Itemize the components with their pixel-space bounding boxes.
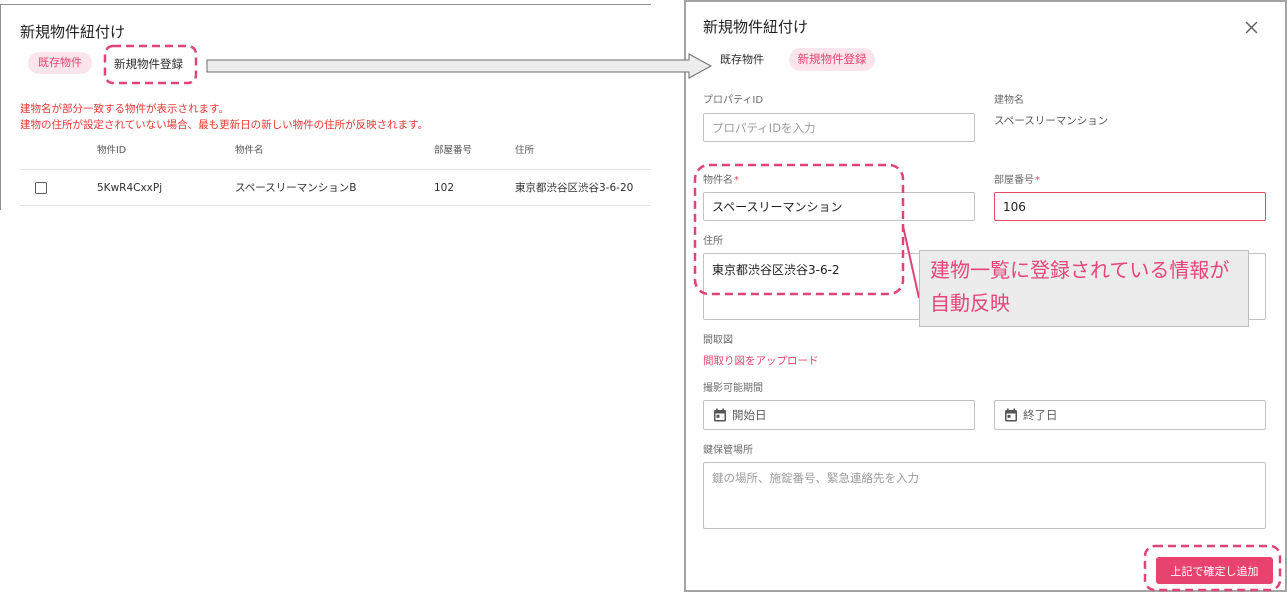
table-divider	[20, 205, 651, 206]
end-date-input[interactable]	[1023, 401, 1261, 429]
table-divider	[20, 169, 651, 170]
cell-room-number: 102	[434, 182, 455, 194]
table-row[interactable]: 5KwR4CxxPj スペースリーマンションB 102 東京都渋谷区渋谷3-6-…	[0, 181, 651, 195]
calendar-icon	[714, 408, 726, 422]
key-storage-label: 鍵保管場所	[703, 445, 753, 456]
calendar-icon	[1005, 408, 1017, 422]
floor-plan-label: 間取図	[703, 335, 733, 346]
tab-new-property-registration[interactable]: 新規物件登録	[789, 48, 875, 71]
notice-address-fallback: 建物の住所が設定されていない場合、最も更新日の新しい物件の住所が反映されます。	[20, 119, 429, 131]
tab-existing-property[interactable]: 既存物件	[28, 52, 92, 74]
room-number-label: 部屋番号*	[994, 174, 1040, 188]
tab-label: 新規物件登録	[114, 57, 183, 71]
shooting-start-date-field[interactable]	[703, 400, 975, 430]
room-number-label-text: 部屋番号	[994, 175, 1034, 186]
building-name-label: 建物名	[994, 95, 1024, 106]
tab-label: 新規物件登録	[797, 52, 867, 66]
column-header-address: 住所	[515, 145, 535, 156]
dialog-title: 新規物件紐付け	[20, 23, 126, 41]
room-number-input[interactable]	[994, 192, 1266, 221]
required-mark: *	[1035, 175, 1040, 186]
column-header-property-name: 物件名	[235, 145, 264, 156]
confirm-add-button[interactable]: 上記で確定し追加	[1156, 557, 1273, 584]
tab-existing-property[interactable]: 既存物件	[720, 49, 764, 71]
close-button[interactable]	[1245, 21, 1258, 34]
tab-new-property-registration[interactable]: 新規物件登録	[114, 53, 183, 75]
table-header: 物件ID 物件名 部屋番号 住所	[0, 144, 651, 158]
property-id-label: プロパティID	[703, 95, 764, 106]
column-header-room-number: 部屋番号	[434, 145, 473, 156]
column-header-property-id: 物件ID	[97, 145, 127, 156]
cell-property-name: スペースリーマンションB	[235, 182, 357, 194]
key-storage-textarea[interactable]	[703, 462, 1266, 529]
dialog-title: 新規物件紐付け	[703, 18, 809, 36]
tab-label: 既存物件	[38, 56, 82, 69]
shooting-end-date-field[interactable]	[994, 400, 1266, 430]
cell-property-id: 5KwR4CxxPj	[97, 182, 163, 194]
floor-plan-upload-link[interactable]: 間取り図をアップロード	[703, 354, 819, 368]
callout-line: 建物一覧に登録されている情報が	[930, 258, 1230, 282]
tab-label: 既存物件	[720, 53, 764, 66]
start-date-input[interactable]	[732, 401, 970, 429]
required-mark: *	[734, 175, 739, 186]
callout-line: 自動反映	[930, 291, 1010, 315]
annotation-callout: 建物一覧に登録されている情報が 自動反映	[919, 250, 1249, 327]
property-name-input[interactable]	[703, 192, 975, 221]
address-label: 住所	[703, 236, 723, 247]
notice-partial-match: 建物名が部分一致する物件が表示されます。	[20, 103, 229, 115]
cell-address: 東京都渋谷区渋谷3-6-20	[515, 182, 634, 194]
shooting-period-label: 撮影可能期間	[703, 383, 763, 394]
property-id-input[interactable]	[703, 113, 975, 142]
row-checkbox[interactable]	[35, 182, 47, 194]
property-name-label: 物件名*	[703, 174, 739, 188]
property-name-label-text: 物件名	[703, 175, 733, 186]
building-name-value: スペースリーマンション	[994, 115, 1109, 127]
left-dialog-existing-property: 新規物件紐付け 既存物件 新規物件登録 建物名が部分一致する物件が表示されます。…	[0, 4, 651, 210]
close-icon	[1245, 21, 1258, 34]
